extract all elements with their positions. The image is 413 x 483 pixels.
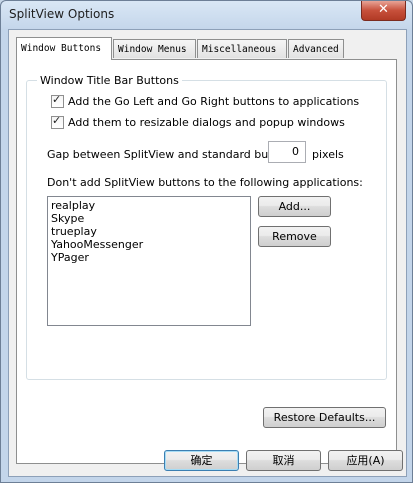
tab-miscellaneous[interactable]: Miscellaneous — [197, 39, 287, 58]
cancel-button[interactable]: 取消 — [246, 450, 321, 471]
list-item[interactable]: realplay — [51, 199, 247, 212]
restore-defaults-button[interactable]: Restore Defaults... — [263, 407, 386, 428]
title-bar-buttons-group: Window Title Bar Buttons Add the Go Left… — [26, 74, 387, 380]
dialog-client-area: Window Buttons Window Menus Miscellaneou… — [8, 29, 407, 477]
options-window: SplitView Options ✕ Window Buttons Windo… — [0, 0, 413, 483]
tab-window-menus[interactable]: Window Menus — [113, 39, 196, 58]
group-title: Window Title Bar Buttons — [37, 74, 182, 87]
gap-input[interactable]: 0 — [268, 141, 306, 163]
apply-button[interactable]: 应用(A) — [328, 450, 403, 471]
checkbox-checked-icon[interactable] — [51, 114, 64, 129]
ok-button[interactable]: 确定 — [164, 450, 239, 471]
add-go-buttons-checkbox[interactable]: Add the Go Left and Go Right buttons to … — [51, 93, 360, 108]
list-item[interactable]: trueplay — [51, 225, 247, 238]
gap-unit-label: pixels — [312, 148, 344, 161]
add-button[interactable]: Add... — [258, 196, 331, 217]
tab-advanced[interactable]: Advanced — [288, 39, 344, 58]
list-item[interactable]: Skype — [51, 212, 247, 225]
checkbox-label: Add them to resizable dialogs and popup … — [68, 116, 345, 129]
tab-window-buttons[interactable]: Window Buttons — [16, 37, 112, 60]
close-button[interactable]: ✕ — [361, 1, 406, 21]
list-item[interactable]: YahooMessenger — [51, 238, 247, 251]
gap-label: Gap between SplitView and standard butto… — [47, 148, 300, 161]
exclude-apps-label: Don't add SplitView buttons to the follo… — [47, 176, 363, 189]
window-title: SplitView Options — [9, 7, 115, 21]
list-item[interactable]: YPager — [51, 251, 247, 264]
checkbox-checked-icon[interactable] — [51, 93, 64, 108]
resizable-dialogs-checkbox[interactable]: Add them to resizable dialogs and popup … — [51, 114, 345, 129]
checkbox-label: Add the Go Left and Go Right buttons to … — [68, 95, 360, 108]
tab-panel: Window Title Bar Buttons Add the Go Left… — [16, 59, 397, 464]
excluded-apps-list[interactable]: realplay Skype trueplay YahooMessenger Y… — [47, 196, 251, 326]
title-bar: SplitView Options ✕ — [1, 1, 412, 29]
remove-button[interactable]: Remove — [258, 226, 331, 247]
